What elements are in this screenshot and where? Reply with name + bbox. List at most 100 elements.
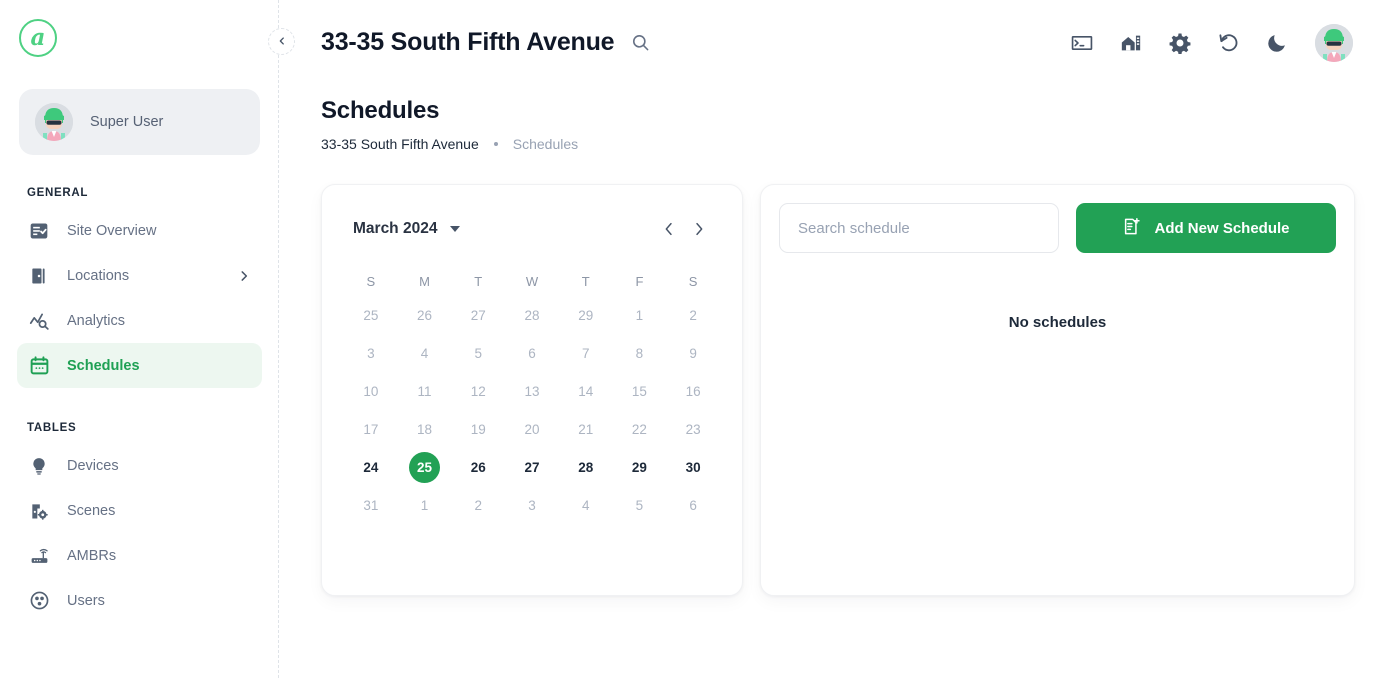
- add-new-schedule-button[interactable]: Add New Schedule: [1076, 203, 1336, 253]
- calendar-cell: 29: [559, 296, 613, 334]
- calendar-day: 10: [363, 383, 379, 399]
- add-document-icon: [1122, 217, 1141, 240]
- sidebar-item-schedules[interactable]: Schedules: [17, 343, 262, 388]
- calendar-day: 3: [528, 497, 536, 513]
- calendar-day[interactable]: 29: [624, 452, 655, 483]
- sidebar-item-locations[interactable]: Locations: [17, 253, 262, 298]
- calendar-day[interactable]: 24: [355, 452, 386, 483]
- content-area: March 2024 S M T W T F S 25 26 27 28 29 1 2 3 4 5 6 7 8 9 10 1…: [279, 184, 1381, 596]
- users-icon: [28, 590, 50, 612]
- sidebar-item-ambrs[interactable]: AMBRs: [17, 533, 262, 578]
- calendar-month-label[interactable]: March 2024: [353, 220, 437, 238]
- sidebar-item-users[interactable]: Users: [17, 578, 262, 623]
- calendar-cell: 2: [666, 296, 720, 334]
- logo-wrap: a: [0, 0, 279, 76]
- door-icon: [28, 265, 50, 287]
- calendar-cell: 25: [344, 296, 398, 334]
- calendar-cell: 26: [451, 448, 505, 486]
- list-check-icon: [28, 220, 50, 242]
- calendar-prev-month-button[interactable]: [654, 214, 684, 244]
- sidebar-item-label: Site Overview: [67, 222, 157, 239]
- calendar-day: 3: [367, 345, 375, 361]
- calendar-day: 5: [635, 497, 644, 513]
- calendar-day: 1: [420, 497, 429, 513]
- calendar-day[interactable]: 28: [570, 452, 601, 483]
- calendar-cell: 7: [559, 334, 613, 372]
- calendar-card: March 2024 S M T W T F S 25 26 27 28 29 1 2 3 4 5 6 7 8 9 10 1…: [321, 184, 743, 596]
- calendar-cell: 20: [505, 410, 559, 448]
- gear-icon[interactable]: [1169, 32, 1191, 54]
- sidebar-item-devices[interactable]: Devices: [17, 443, 262, 488]
- sidebar-item-scenes[interactable]: Scenes: [17, 488, 262, 533]
- sidebar-user-card[interactable]: Super User: [19, 89, 260, 155]
- page-head: Schedules 33-35 South Fifth Avenue Sched…: [279, 85, 1381, 152]
- app-root: a Super User GENERAL Site Overview Locat…: [0, 0, 1381, 678]
- calendar-day: 14: [578, 383, 594, 399]
- calendar-day: 2: [474, 497, 483, 513]
- sidebar-item-site-overview[interactable]: Site Overview: [17, 208, 262, 253]
- calendar-cell: 18: [398, 410, 452, 448]
- calendar-day-selected[interactable]: 25: [409, 451, 441, 483]
- topbar-title: 33-35 South Fifth Avenue: [321, 28, 615, 56]
- calendar-day: 6: [528, 345, 536, 361]
- calendar-day-header: S: [366, 273, 376, 289]
- moon-icon[interactable]: [1267, 32, 1288, 53]
- sidebar-item-analytics[interactable]: Analytics: [17, 298, 262, 343]
- topbar-actions: [1071, 23, 1353, 62]
- app-logo[interactable]: a: [19, 19, 57, 57]
- building-icon[interactable]: [1120, 32, 1142, 54]
- calendar-day: 7: [581, 345, 590, 361]
- calendar-day: 23: [685, 421, 701, 437]
- calendar-day: 2: [689, 307, 697, 323]
- calendar-day: 16: [685, 383, 701, 399]
- chevron-left-icon: [277, 33, 287, 51]
- terminal-icon[interactable]: [1071, 32, 1093, 54]
- search-schedule-input[interactable]: [779, 203, 1059, 253]
- search-icon[interactable]: [631, 33, 650, 52]
- calendar-day-header: T: [581, 273, 590, 289]
- calendar-cell: 4: [559, 486, 613, 524]
- calendar-next-month-button[interactable]: [684, 214, 714, 244]
- sidebar-user-name: Super User: [90, 114, 164, 130]
- calendar-cell: 6: [666, 486, 720, 524]
- calendar-cell: 9: [666, 334, 720, 372]
- main-content: 33-35 South Fifth Avenue Schedules 33-35…: [279, 0, 1381, 678]
- breadcrumb-current: Schedules: [512, 136, 579, 152]
- calendar-day: 13: [524, 383, 540, 399]
- sidebar-item-label: Analytics: [67, 312, 126, 329]
- calendar-day: 4: [420, 345, 429, 361]
- calendar-cell: 8: [613, 334, 667, 372]
- caret-down-icon[interactable]: [450, 226, 461, 232]
- refresh-icon[interactable]: [1218, 32, 1240, 54]
- analytics-search-icon: [28, 310, 50, 332]
- calendar-day[interactable]: 27: [516, 452, 547, 483]
- calendar-day: 22: [631, 421, 647, 437]
- calendar-cell: 30: [666, 448, 720, 486]
- calendar-day-header: T: [474, 273, 483, 289]
- breadcrumb-separator-dot: [493, 142, 498, 146]
- calendar-cell: 22: [613, 410, 667, 448]
- calendar-cell: 1: [398, 486, 452, 524]
- sidebar-item-label: Users: [67, 592, 105, 609]
- topbar: 33-35 South Fifth Avenue: [279, 0, 1381, 85]
- sidebar-item-label: AMBRs: [67, 547, 117, 564]
- sidebar-collapse-button[interactable]: [268, 28, 295, 55]
- breadcrumb-site[interactable]: 33-35 South Fifth Avenue: [321, 136, 479, 152]
- calendar-cell: 4: [398, 334, 452, 372]
- calendar-cell: 19: [451, 410, 505, 448]
- calendar-cell: 31: [344, 486, 398, 524]
- calendar-cell: 6: [505, 334, 559, 372]
- avatar: [35, 103, 73, 141]
- calendar-cell: 3: [505, 486, 559, 524]
- add-new-schedule-label: Add New Schedule: [1154, 219, 1290, 237]
- calendar-day[interactable]: 26: [463, 452, 494, 483]
- calendar-day: 1: [635, 307, 644, 323]
- calendar-cell: 29: [613, 448, 667, 486]
- calendar-day[interactable]: 30: [678, 452, 709, 483]
- chevron-right-icon[interactable]: [237, 269, 251, 283]
- calendar-cell: 3: [344, 334, 398, 372]
- calendar-cell: 23: [666, 410, 720, 448]
- topbar-avatar[interactable]: [1315, 23, 1353, 62]
- calendar-day: 27: [470, 307, 486, 323]
- calendar-cell: 28: [559, 448, 613, 486]
